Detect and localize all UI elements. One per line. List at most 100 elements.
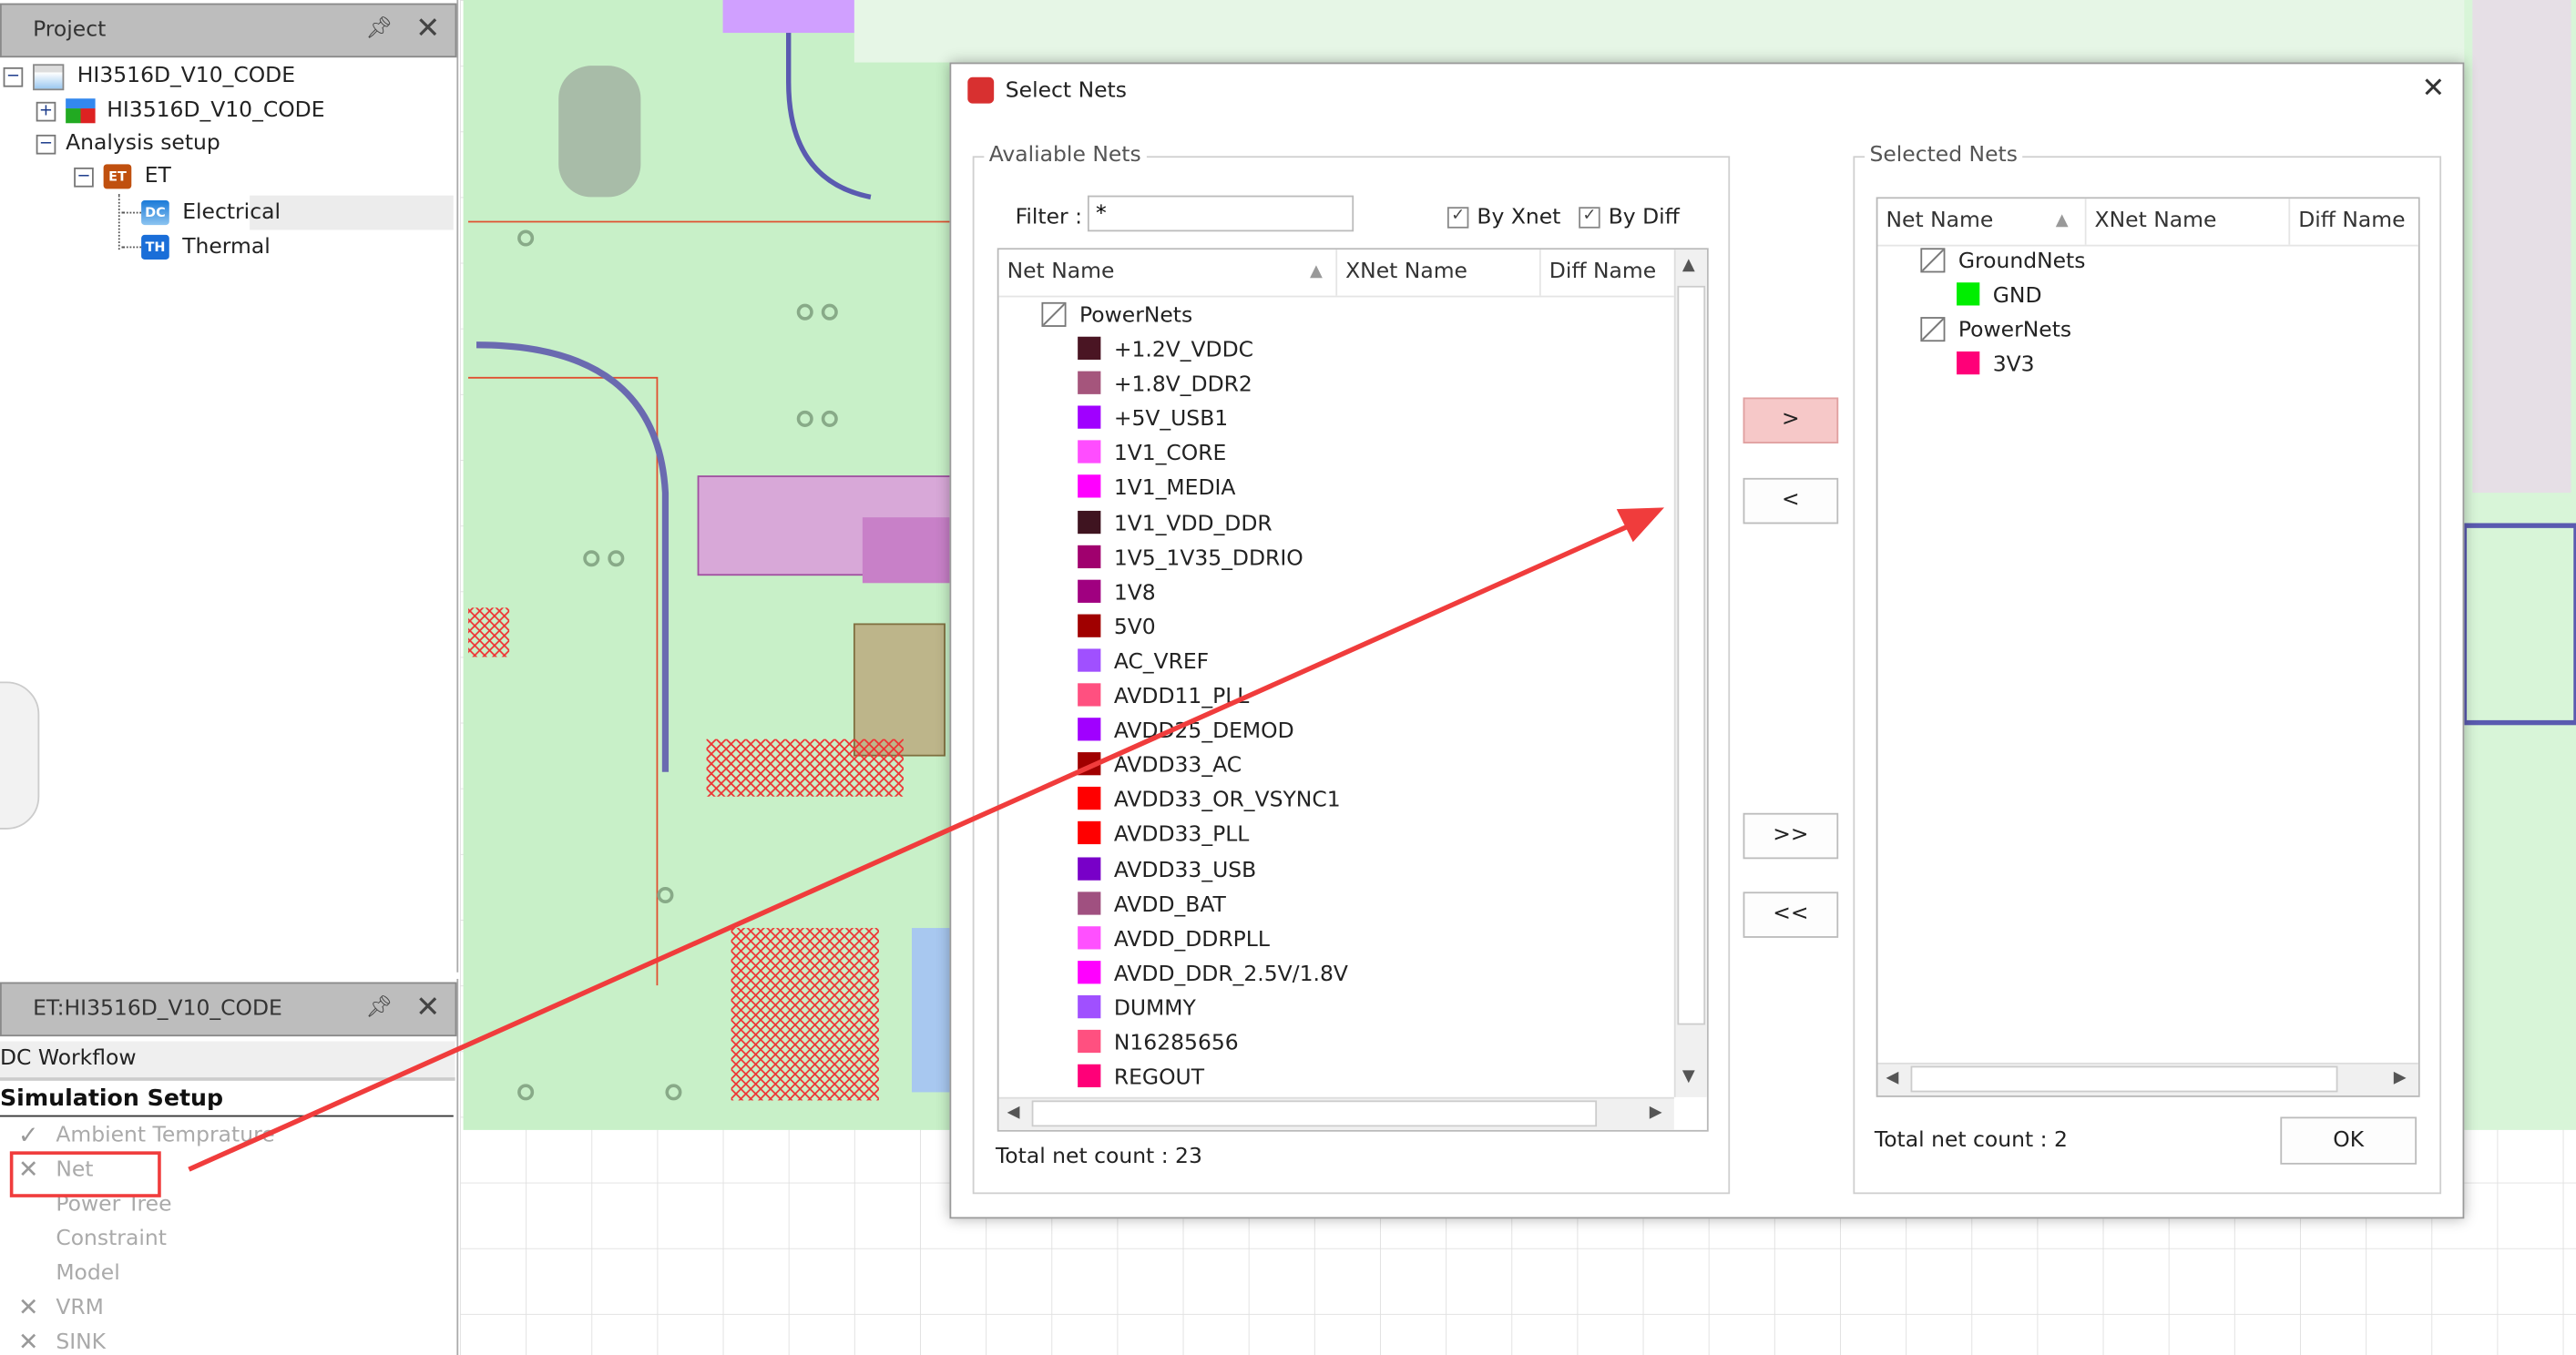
collapse-icon[interactable]: −	[36, 133, 56, 154]
pin-icon[interactable]: 📌︎	[365, 16, 393, 41]
add-button[interactable]: >	[1743, 397, 1839, 443]
available-total-count: Total net count : 23	[995, 1145, 1202, 1170]
net-row[interactable]: AVDD33_PLL	[1078, 819, 1249, 853]
net-row[interactable]: 5V0	[1078, 611, 1156, 646]
column-xnet-name[interactable]: XNet Name	[1337, 250, 1541, 296]
tree-item-project[interactable]: − HI3516D_V10_CODE	[3, 61, 295, 94]
net-color-swatch	[1078, 718, 1101, 741]
scroll-left-icon[interactable]: ◀	[1886, 1069, 1898, 1087]
net-row[interactable]: +1.8V_DDR2	[1078, 368, 1252, 402]
net-row[interactable]: AVDD33_OR_VSYNC1	[1078, 784, 1341, 819]
net-row[interactable]: AC_VREF	[1078, 646, 1209, 680]
th-badge-icon: TH	[141, 234, 169, 260]
column-diff-name[interactable]: Diff Name	[2290, 199, 2418, 245]
net-name: AVDD33_OR_VSYNC1	[1113, 789, 1341, 814]
column-net-name[interactable]: Net Name ▲	[999, 250, 1338, 296]
net-row[interactable]: +1.2V_VDDC	[1078, 333, 1253, 368]
net-row[interactable]: 3V3	[1957, 348, 2035, 382]
tree-item-analysis-setup[interactable]: − Analysis setup	[36, 128, 220, 161]
side-handle[interactable]	[0, 681, 40, 830]
net-row[interactable]: AVDD_DDR_2.5V/1.8V	[1078, 957, 1348, 992]
collapse-icon[interactable]: −	[74, 167, 94, 187]
group-row[interactable]: PowerNets	[1920, 313, 2071, 348]
net-row[interactable]: 1V1_CORE	[1078, 437, 1226, 472]
tree-item-et[interactable]: − ET ET	[74, 161, 171, 194]
ok-button[interactable]: OK	[2280, 1116, 2418, 1165]
filter-input[interactable]	[1087, 195, 1354, 232]
close-button[interactable]: ✕	[2421, 72, 2445, 105]
net-row[interactable]: GND	[1957, 280, 2041, 314]
net-row[interactable]: AVDD_DDRPLL	[1078, 922, 1270, 957]
workflow-item-model[interactable]: Model	[56, 1261, 119, 1286]
net-row[interactable]: 1V8	[1078, 576, 1156, 611]
scroll-left-icon[interactable]: ◀	[1007, 1104, 1020, 1122]
by-xnet-checkbox[interactable]: ✓ By Xnet	[1446, 205, 1560, 230]
group-row[interactable]: PowerNets	[1041, 299, 1192, 333]
by-diff-checkbox[interactable]: ✓ By Diff	[1579, 205, 1680, 230]
remove-button[interactable]: <	[1743, 477, 1839, 525]
dialog-title: Select Nets	[1005, 78, 1127, 104]
net-color-swatch	[1078, 405, 1101, 430]
scroll-right-icon[interactable]: ▶	[1650, 1104, 1662, 1122]
workflow-item-ambient[interactable]: Ambient Temprature	[56, 1124, 274, 1148]
checkbox-icon: ✓	[1446, 207, 1469, 229]
close-icon[interactable]: ✕	[415, 12, 440, 46]
expand-icon[interactable]: +	[36, 100, 56, 121]
add-all-button[interactable]: >>	[1743, 812, 1839, 860]
net-color-swatch	[1078, 752, 1101, 776]
column-xnet-name[interactable]: XNet Name	[2087, 199, 2291, 245]
net-color-swatch	[1078, 856, 1101, 880]
workflow-item-constraint[interactable]: Constraint	[56, 1227, 167, 1251]
scroll-right-icon[interactable]: ▶	[2394, 1069, 2407, 1087]
net-row[interactable]: +5V_USB1	[1078, 402, 1228, 437]
tree-label: ET	[144, 164, 171, 189]
workflow-item-sink[interactable]: SINK	[56, 1330, 106, 1355]
net-name: AVDD_BAT	[1113, 892, 1226, 918]
scroll-up-icon[interactable]: ▲	[1682, 256, 1695, 274]
net-row[interactable]: N16285656	[1078, 1026, 1239, 1061]
net-row[interactable]: AVDD33_USB	[1078, 853, 1256, 888]
scroll-thumb[interactable]	[1677, 285, 1706, 1025]
column-diff-name[interactable]: Diff Name	[1541, 250, 1674, 296]
net-row[interactable]: 1V1_VDD_DDR	[1078, 506, 1273, 541]
net-name: AVDD_DDRPLL	[1113, 927, 1270, 953]
section-heading: Simulation Setup	[0, 1085, 454, 1117]
net-row[interactable]: AVDD11_PLL	[1078, 680, 1249, 715]
scroll-thumb[interactable]	[1910, 1065, 2338, 1093]
net-row[interactable]: 1V1_MEDIA	[1078, 472, 1235, 506]
net-row[interactable]: DUMMY	[1078, 992, 1196, 1026]
scroll-thumb[interactable]	[1031, 1100, 1598, 1127]
tree-item-design[interactable]: + HI3516D_V10_CODE	[36, 96, 325, 128]
selected-nets-list[interactable]: Net Name ▲ XNet Name Diff Name GroundNets…	[1876, 197, 2420, 1097]
close-icon[interactable]: ✕	[415, 991, 440, 1025]
pin-icon[interactable]: 📌︎	[365, 995, 393, 1020]
net-row[interactable]: AVDD_BAT	[1078, 888, 1226, 922]
horizontal-scrollbar[interactable]: ◀ ▶	[1877, 1062, 2418, 1096]
vertical-scrollbar[interactable]: ▲ ▼	[1673, 250, 1707, 1097]
project-panel-header: Project 📌︎ ✕	[0, 3, 457, 58]
tree-item-electrical[interactable]: DC Electrical	[121, 197, 281, 229]
available-nets-list[interactable]: Net Name ▲ XNet Name Diff Name PowerNets …	[997, 248, 1709, 1132]
tab-dc-workflow[interactable]: DC Workflow	[0, 1041, 455, 1081]
group-row[interactable]: GroundNets	[1920, 245, 2085, 280]
net-color-swatch	[1078, 371, 1101, 395]
workflow-item-vrm[interactable]: VRM	[56, 1296, 104, 1320]
net-row[interactable]: AVDD33_AC	[1078, 749, 1242, 784]
group-node-icon	[1920, 316, 1946, 341]
remove-all-button[interactable]: <<	[1743, 891, 1839, 938]
scroll-down-icon[interactable]: ▼	[1682, 1067, 1695, 1085]
tree-item-thermal[interactable]: TH Thermal	[121, 231, 271, 264]
group-node-icon	[1920, 247, 1946, 272]
tree-label: Thermal	[182, 234, 271, 260]
net-row[interactable]: REGOUT	[1078, 1061, 1204, 1095]
net-name: AVDD33_USB	[1113, 858, 1257, 883]
group-label: PowerNets	[1078, 303, 1193, 329]
net-color-swatch	[1078, 336, 1101, 360]
collapse-icon[interactable]: −	[3, 66, 24, 87]
list-header: Net Name ▲ XNet Name Diff Name	[1877, 199, 2418, 247]
horizontal-scrollbar[interactable]: ◀ ▶	[998, 1096, 1674, 1130]
column-net-name[interactable]: Net Name ▲	[1877, 199, 2087, 245]
tree-label: Electrical	[182, 200, 281, 226]
net-row[interactable]: AVDD25_DEMOD	[1078, 715, 1294, 749]
net-row[interactable]: 1V5_1V35_DDRIO	[1078, 541, 1303, 576]
